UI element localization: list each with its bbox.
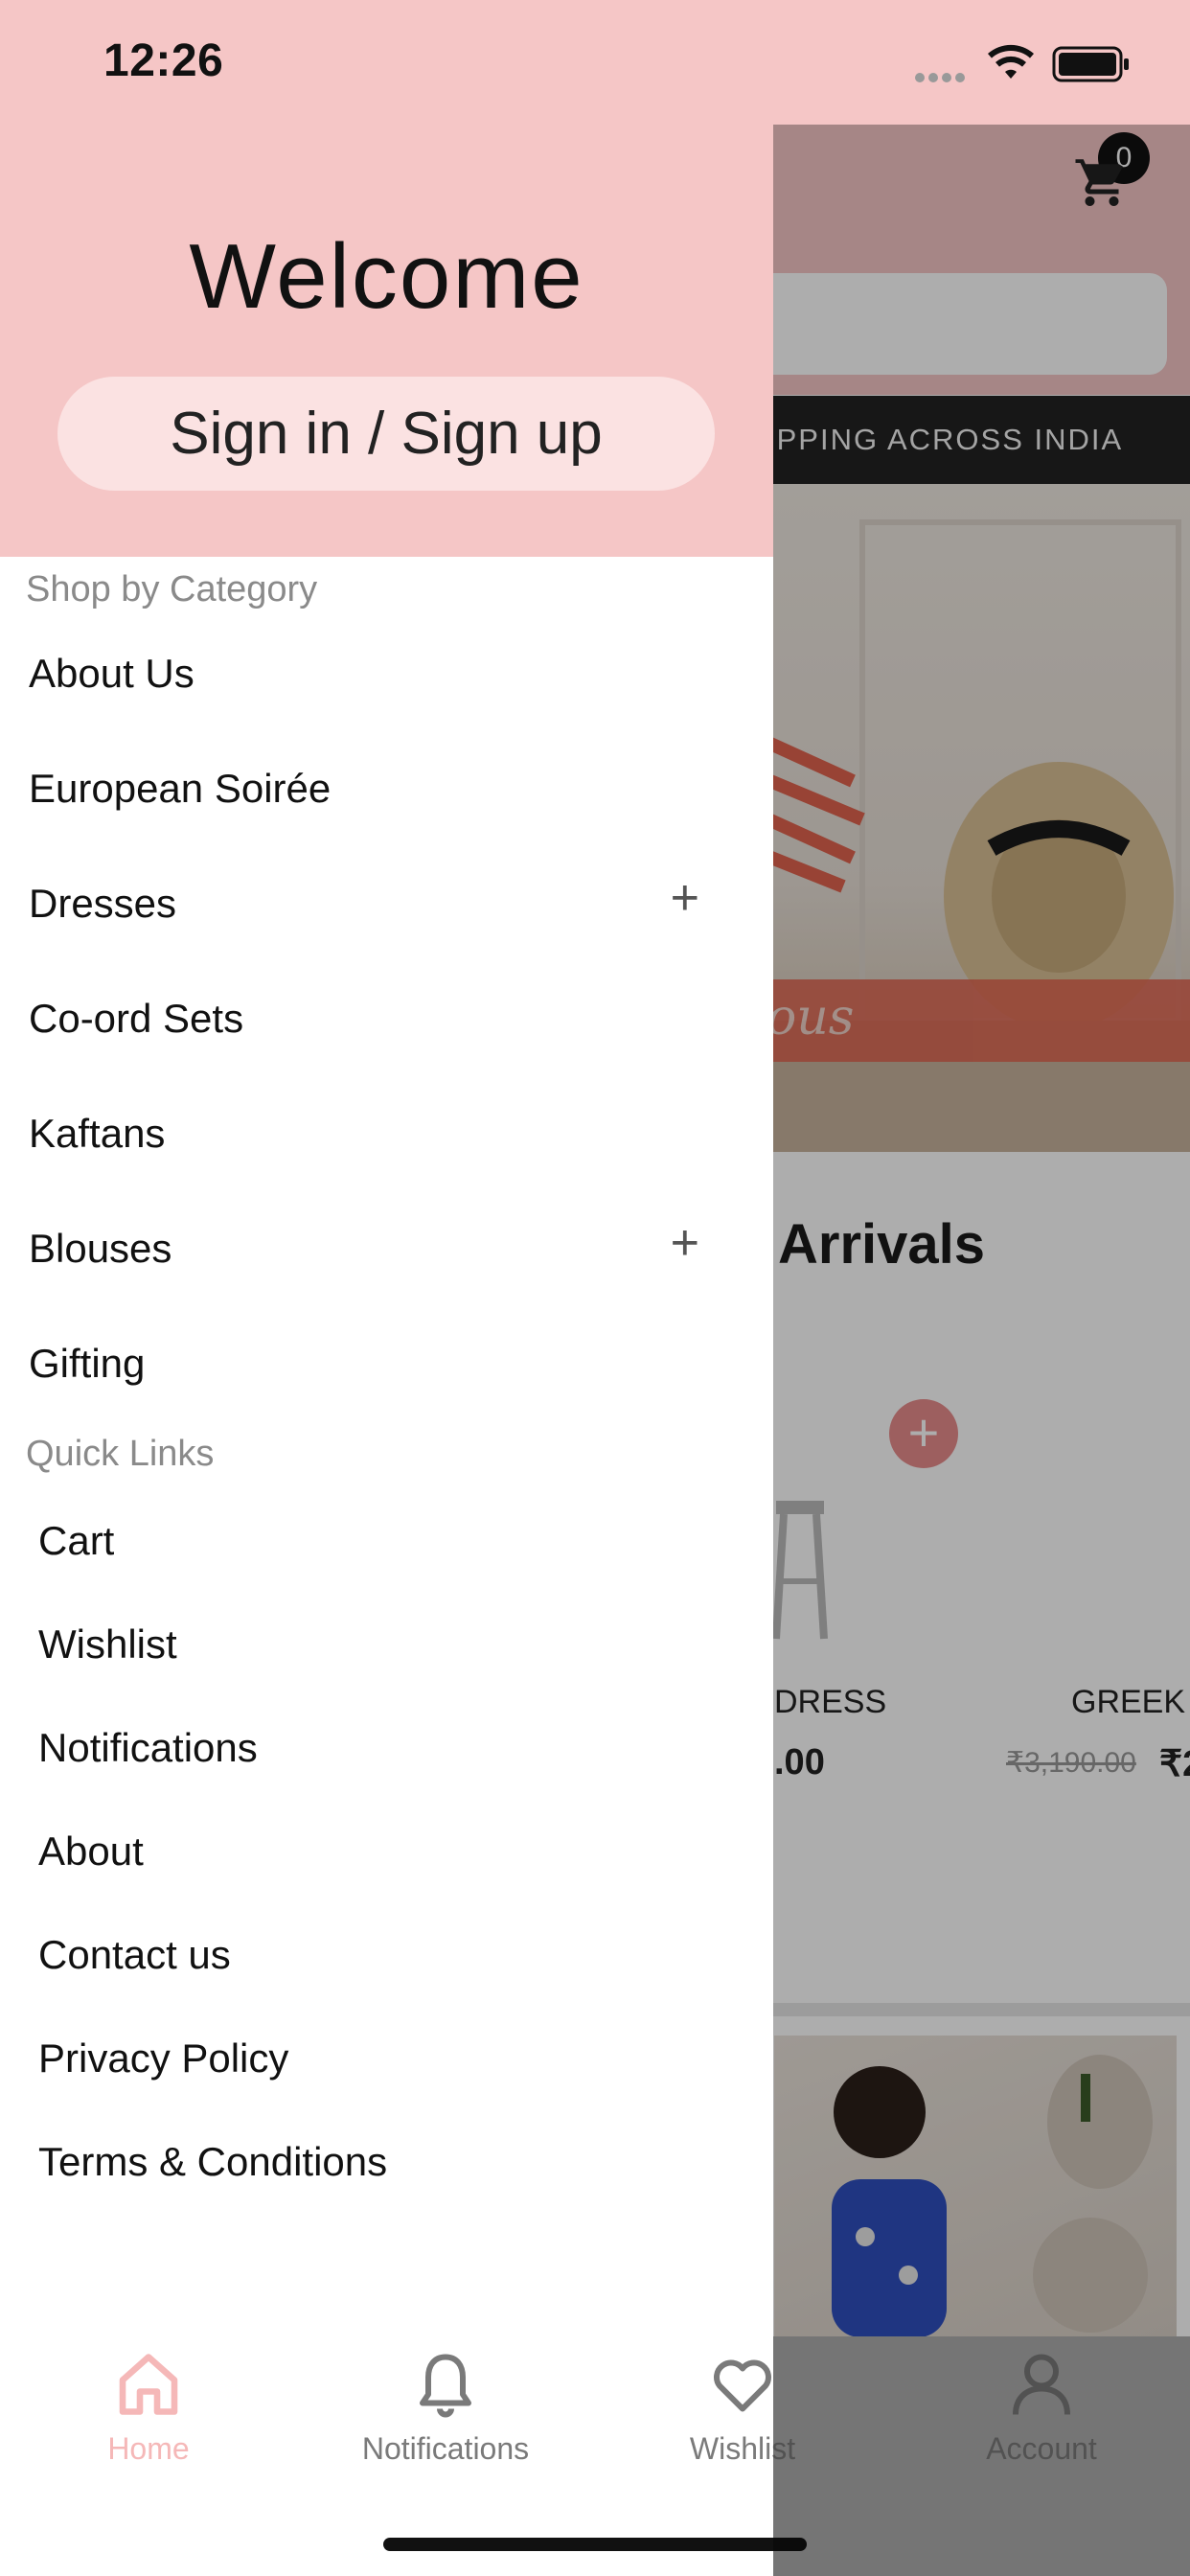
quick-link-contact[interactable]: Contact us (38, 1932, 709, 2001)
category-label: Kaftans (29, 1111, 166, 1156)
bell-icon (420, 2354, 471, 2418)
category-label: About Us (29, 651, 195, 696)
category-label: Co-ord Sets (29, 996, 244, 1041)
welcome-title: Welcome (189, 225, 584, 328)
sign-in-button[interactable]: Sign in / Sign up (57, 377, 715, 491)
home-indicator (383, 2538, 807, 2551)
status-bar: 12:26 (0, 0, 1190, 125)
category-item[interactable]: Kaftans (29, 1097, 699, 1174)
category-item[interactable]: Gifting (29, 1327, 699, 1404)
category-label: Dresses (29, 881, 177, 926)
quick-link-wishlist[interactable]: Wishlist (38, 1622, 709, 1690)
category-label: Gifting (29, 1341, 146, 1386)
category-item[interactable]: European Soirée (29, 752, 699, 829)
quick-link-terms[interactable]: Terms & Conditions (38, 2139, 709, 2208)
quick-link-cart[interactable]: Cart (38, 1518, 709, 1587)
category-label: European Soirée (29, 766, 332, 811)
drawer-header: Welcome Sign in / Sign up (0, 125, 773, 557)
drawer-backdrop[interactable] (773, 125, 1190, 2576)
heart-icon (714, 2359, 771, 2412)
category-item[interactable]: Dresses + (29, 867, 699, 944)
shop-by-category-title: Shop by Category (26, 569, 318, 610)
category-item[interactable]: Blouses + (29, 1212, 699, 1289)
signal-icon (915, 71, 969, 89)
side-drawer: Welcome Sign in / Sign up Shop by Catego… (0, 125, 773, 2576)
category-item[interactable]: Co-ord Sets (29, 982, 699, 1059)
quick-link-notifications[interactable]: Notifications (38, 1725, 709, 1794)
quick-links-title: Quick Links (26, 1434, 215, 1474)
tab-label: Home (107, 2431, 190, 2466)
tab-home[interactable]: Home (0, 2348, 297, 2467)
tab-label: Notifications (361, 2431, 530, 2466)
wifi-icon (987, 44, 1035, 87)
expand-plus-icon[interactable]: + (671, 869, 699, 927)
quick-link-privacy-policy[interactable]: Privacy Policy (38, 2036, 709, 2104)
home-icon (119, 2354, 178, 2415)
battery-icon (1052, 46, 1131, 87)
quick-link-about[interactable]: About (38, 1828, 709, 1898)
tab-notifications[interactable]: Notifications (297, 2348, 594, 2467)
tabbar-backdrop[interactable] (773, 2336, 1190, 2576)
status-time: 12:26 (103, 35, 224, 86)
expand-plus-icon[interactable]: + (671, 1214, 699, 1272)
category-label: Blouses (29, 1226, 172, 1271)
category-item[interactable]: About Us (29, 637, 699, 714)
